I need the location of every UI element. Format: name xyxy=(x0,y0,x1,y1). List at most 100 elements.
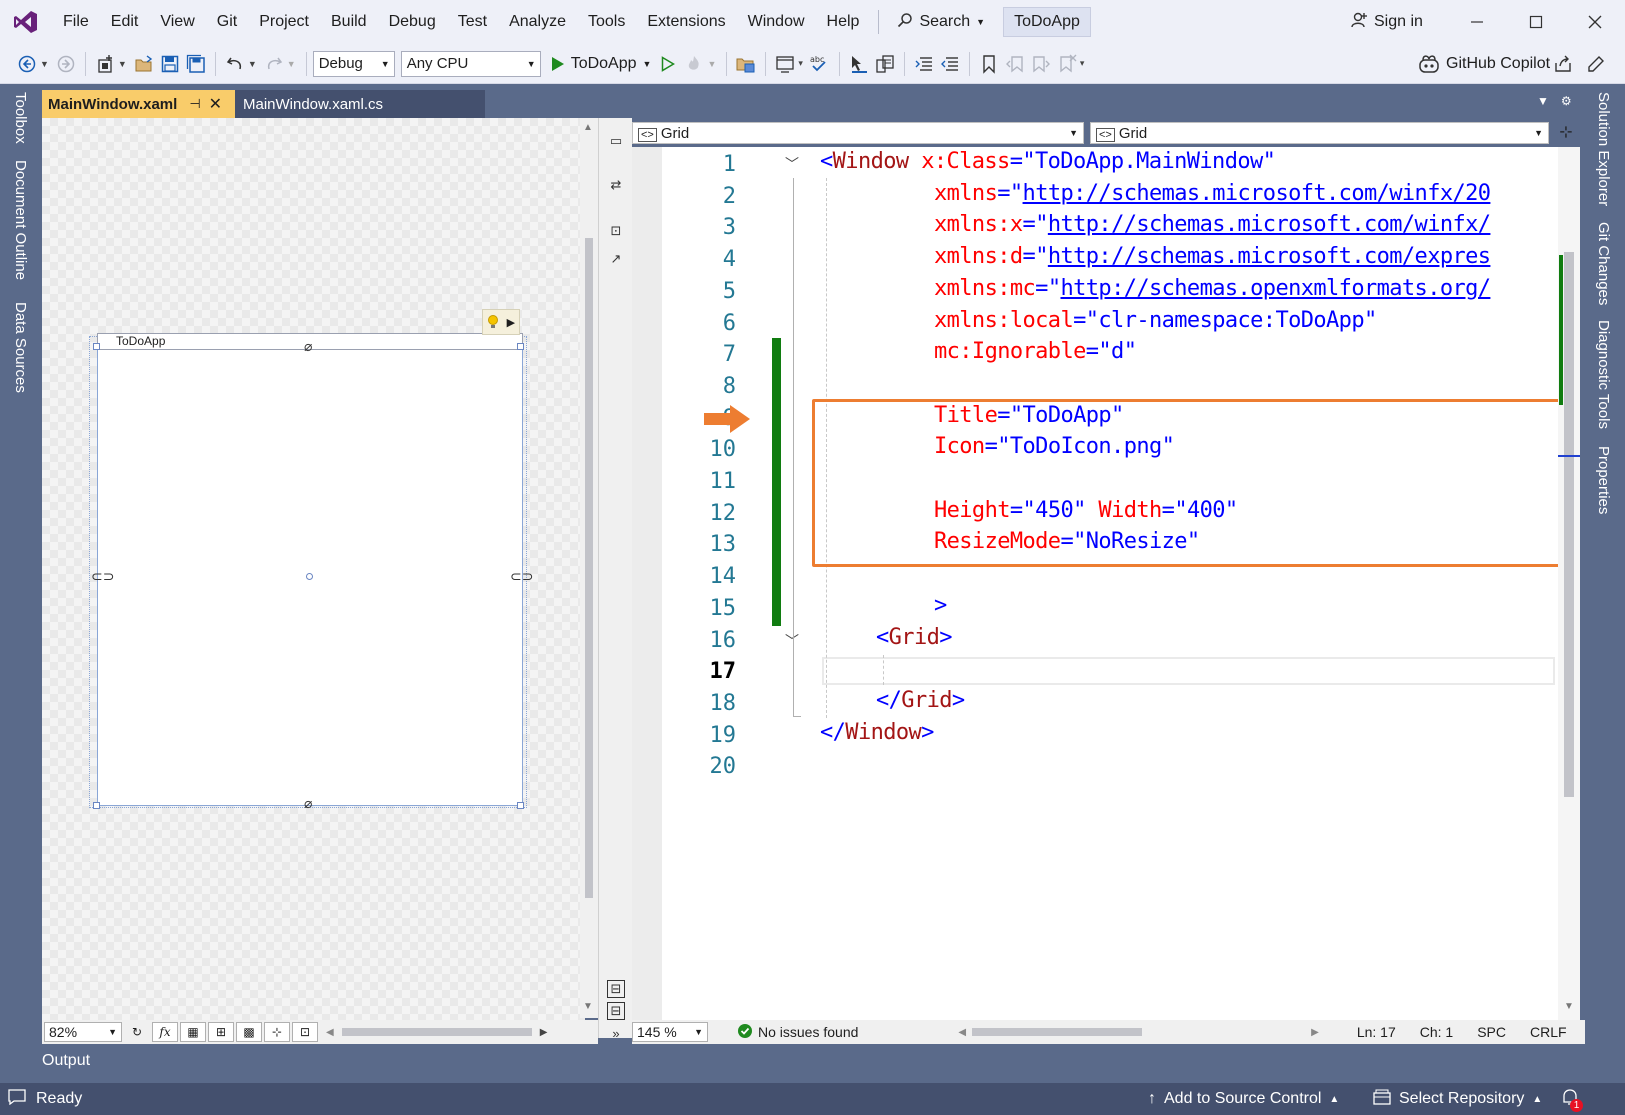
close-window-button[interactable] xyxy=(1567,0,1623,44)
menu-project[interactable]: Project xyxy=(248,7,320,37)
issues-status[interactable]: No issues found xyxy=(758,1024,858,1040)
menu-window[interactable]: Window xyxy=(737,7,816,37)
document-outline-tab[interactable]: Document Outline xyxy=(12,160,29,280)
designer-zoom-select[interactable]: 82% ▼ xyxy=(44,1022,122,1042)
designer-vertical-scrollbar[interactable]: ▲ ▼ xyxy=(580,118,598,1018)
element-scope-select[interactable]: <> Grid ▼ xyxy=(632,122,1084,144)
minimize-button[interactable] xyxy=(1449,0,1505,44)
chevron-down-icon[interactable]: ▼ xyxy=(248,59,257,69)
link-handle-icon[interactable]: ⊂⊃ xyxy=(91,568,114,585)
refresh-icon[interactable]: ↻ xyxy=(124,1022,150,1042)
back-navigation-icon[interactable] xyxy=(14,51,40,77)
sign-in-button[interactable]: Sign in xyxy=(1350,7,1423,37)
resize-handle[interactable] xyxy=(517,802,524,809)
menu-view[interactable]: View xyxy=(149,7,205,37)
member-scope-select[interactable]: <> Grid ▼ xyxy=(1090,122,1549,144)
line-ending-indicator[interactable]: CRLF xyxy=(1530,1024,1567,1040)
save-icon[interactable] xyxy=(157,51,183,77)
menu-edit[interactable]: Edit xyxy=(100,7,150,37)
indent-icon[interactable] xyxy=(937,51,963,77)
editor-vertical-scrollbar[interactable]: ▼ xyxy=(1558,147,1580,1020)
share-icon[interactable] xyxy=(1550,51,1576,77)
device-preview-icon[interactable]: ⊡ xyxy=(292,1022,318,1042)
diagnostic-tools-tab[interactable]: Diagnostic Tools xyxy=(1595,320,1612,429)
whitespace-indicator[interactable]: SPC xyxy=(1477,1024,1506,1040)
outdent-icon[interactable] xyxy=(911,51,937,77)
designer-editor-splitter[interactable]: ▭ ⇄ ⊡ ↗ ⊟ ⊟ » xyxy=(598,118,632,1041)
open-folder-icon[interactable] xyxy=(131,51,157,77)
configuration-select[interactable]: Debug ▼ xyxy=(312,50,395,77)
forward-navigation-icon[interactable] xyxy=(53,51,79,77)
close-icon[interactable]: ✕ xyxy=(209,94,222,114)
pin-icon[interactable]: ⊣ xyxy=(189,96,200,112)
editor-zoom-select[interactable]: 145 % ▼ xyxy=(632,1022,708,1042)
chevron-down-icon[interactable]: ▾ xyxy=(798,58,803,69)
output-tool-tab[interactable]: Output xyxy=(42,1052,90,1070)
popout-icon[interactable]: ↗ xyxy=(607,250,625,268)
link-handle-icon[interactable]: ⊂⊃ xyxy=(510,568,533,585)
column-indicator[interactable]: Ch: 1 xyxy=(1420,1024,1453,1040)
properties-tab[interactable]: Properties xyxy=(1595,446,1612,514)
clear-bookmarks-icon[interactable] xyxy=(1054,51,1080,77)
resize-handle[interactable] xyxy=(93,802,100,809)
menu-build[interactable]: Build xyxy=(320,7,378,37)
tab-list-dropdown-icon[interactable]: ▼ xyxy=(1537,94,1549,108)
scroll-up-icon[interactable]: ▲ xyxy=(583,122,593,133)
scroll-left-icon[interactable]: ◀ xyxy=(958,1027,966,1038)
scroll-down-icon[interactable]: ▼ xyxy=(583,1001,593,1012)
line-indicator[interactable]: Ln: 17 xyxy=(1357,1024,1396,1040)
menu-tools[interactable]: Tools xyxy=(577,7,636,37)
scroll-right-icon[interactable]: ▶ xyxy=(1311,1027,1319,1038)
effects-fx-icon[interactable]: fx xyxy=(152,1022,178,1042)
start-debugging-button[interactable]: ToDoApp ▼ xyxy=(547,55,656,73)
visual-studio-logo-icon[interactable] xyxy=(0,0,52,44)
github-copilot-button[interactable]: GitHub Copilot xyxy=(1418,51,1550,77)
window-layout-icon[interactable] xyxy=(772,51,798,77)
menu-git[interactable]: Git xyxy=(206,7,248,37)
menu-test[interactable]: Test xyxy=(447,7,498,37)
chevron-down-icon[interactable]: ▼ xyxy=(707,59,716,69)
collapse-pane-icon[interactable]: ⊡ xyxy=(607,222,625,240)
menu-file[interactable]: File xyxy=(52,7,100,37)
resize-handle[interactable] xyxy=(93,343,100,350)
display-layout-adorners-icon[interactable] xyxy=(872,51,898,77)
feedback-icon[interactable] xyxy=(1583,51,1609,77)
bookmark-icon[interactable] xyxy=(976,51,1002,77)
editor-horizontal-scrollbar[interactable] xyxy=(966,1020,1311,1044)
transparent-background-icon[interactable]: ▩ xyxy=(236,1022,262,1042)
menu-extensions[interactable]: Extensions xyxy=(636,7,736,37)
toolbox-tab[interactable]: Toolbox xyxy=(12,92,29,144)
git-changes-tab[interactable]: Git Changes xyxy=(1595,222,1612,305)
snap-to-gridlines-icon[interactable]: ⊹ xyxy=(264,1022,290,1042)
search-box[interactable]: Search ▼ xyxy=(887,7,995,37)
window-preview[interactable] xyxy=(97,336,523,806)
toolbar-overflow-icon[interactable]: ▾ xyxy=(1080,58,1085,69)
swap-panes-icon[interactable]: ⇄ xyxy=(607,176,625,194)
chevron-down-icon[interactable]: ▼ xyxy=(287,59,296,69)
vertical-split-icon[interactable]: ⊟ xyxy=(607,980,625,998)
add-to-source-control-button[interactable]: ↑ Add to Source Control ▲ xyxy=(1148,1083,1339,1115)
platform-select[interactable]: Any CPU ▼ xyxy=(400,50,541,77)
menu-debug[interactable]: Debug xyxy=(378,7,447,37)
previous-bookmark-icon[interactable] xyxy=(1002,51,1028,77)
spell-check-icon[interactable]: abc xyxy=(807,51,833,77)
resize-handle[interactable] xyxy=(517,343,524,350)
browse-folder-icon[interactable] xyxy=(733,51,759,77)
grid-view-icon[interactable]: ▦ xyxy=(180,1022,206,1042)
save-all-icon[interactable] xyxy=(183,51,209,77)
scroll-left-icon[interactable]: ◀ xyxy=(326,1027,334,1038)
tab-settings-gear-icon[interactable]: ⚙ xyxy=(1561,94,1572,108)
tab-mainwindow-xaml-cs[interactable]: MainWindow.xaml.cs xyxy=(235,90,485,118)
menu-help[interactable]: Help xyxy=(816,7,871,37)
solution-explorer-tab[interactable]: Solution Explorer xyxy=(1595,92,1612,206)
undo-icon[interactable] xyxy=(222,51,248,77)
notifications-button[interactable]: 1 xyxy=(1560,1087,1586,1113)
quick-actions-lightbulb[interactable]: ▶ xyxy=(482,309,520,335)
scrollbar-thumb[interactable] xyxy=(972,1028,1143,1036)
redo-icon[interactable] xyxy=(261,51,287,77)
show-snapping-grid-icon[interactable]: ⊞ xyxy=(208,1022,234,1042)
link-handle-icon[interactable]: ⌀ xyxy=(304,338,312,355)
horizontal-split-icon[interactable]: ⊟ xyxy=(607,1002,625,1020)
scroll-down-icon[interactable]: ▼ xyxy=(1564,1001,1574,1012)
split-editor-icon[interactable]: ⊹ xyxy=(1555,122,1577,146)
